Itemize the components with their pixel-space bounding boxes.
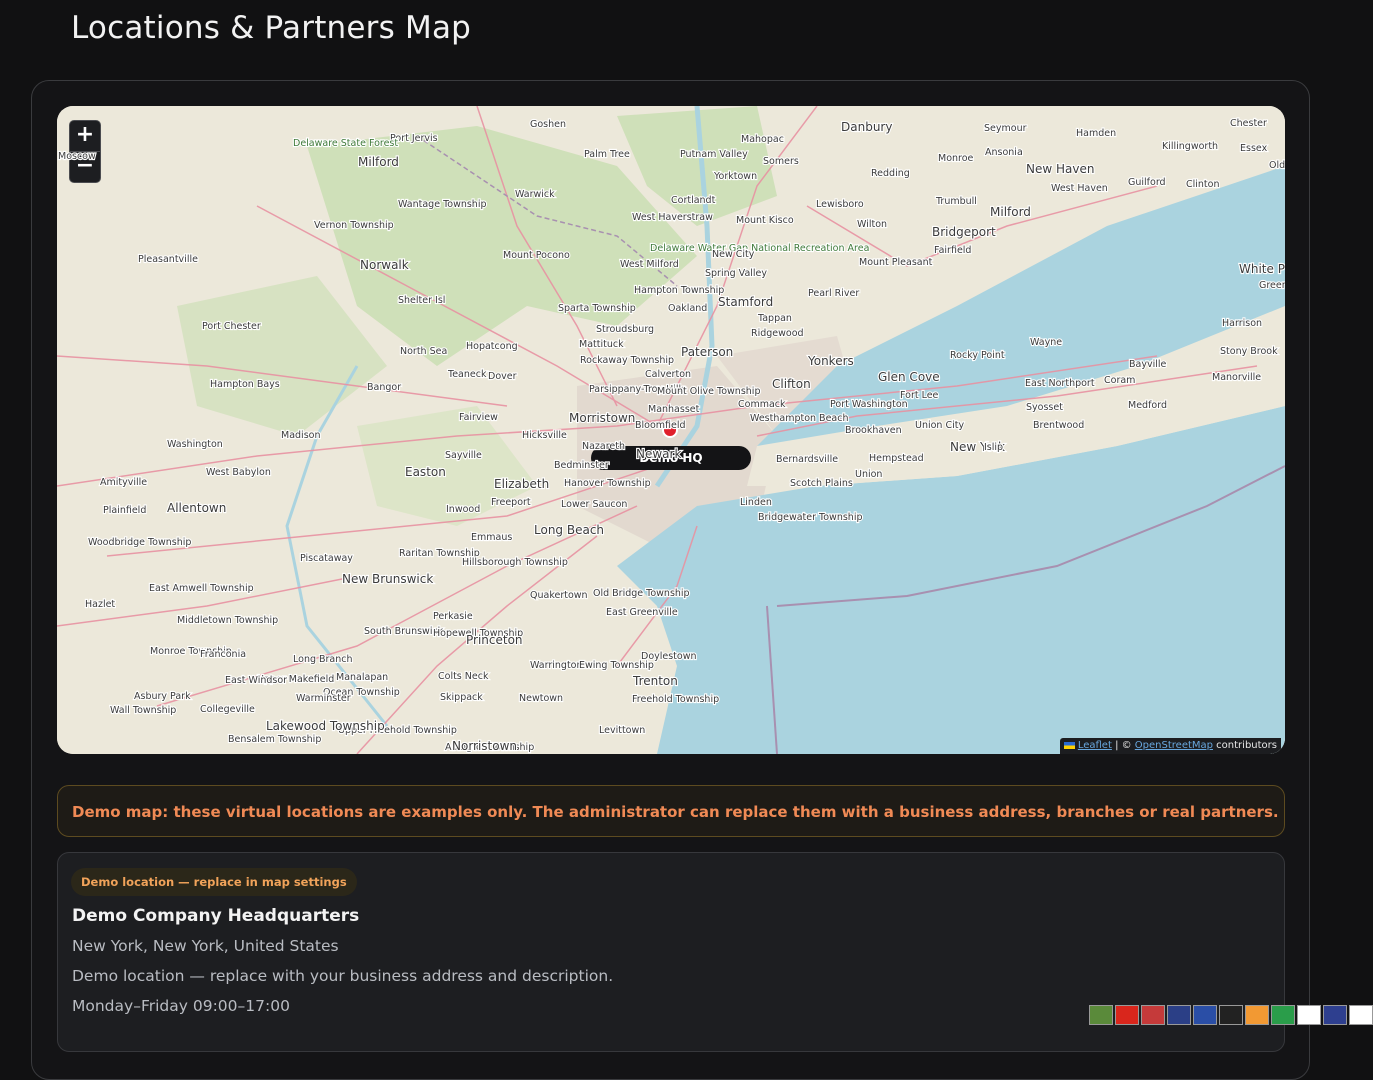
flag-korean-icon[interactable]	[1349, 1005, 1373, 1025]
flag-french-icon[interactable]	[1193, 1005, 1217, 1025]
demo-badge: Demo location — replace in map settings	[71, 868, 357, 896]
flag-italian-icon[interactable]	[1271, 1005, 1295, 1025]
flag-hindi-icon[interactable]	[1245, 1005, 1269, 1025]
leaflet-link[interactable]: Leaflet	[1078, 740, 1112, 751]
flag-khmer-icon[interactable]	[1323, 1005, 1347, 1025]
flag-dutch-icon[interactable]	[1141, 1005, 1165, 1025]
osm-link[interactable]: OpenStreetMap	[1135, 740, 1213, 751]
location-description: Demo location — replace with your busine…	[72, 967, 614, 985]
map-attribution: Leaflet | © OpenStreetMap contributors	[1059, 738, 1281, 754]
location-title: Demo Company Headquarters	[72, 906, 360, 926]
flag-english-icon[interactable]	[1167, 1005, 1191, 1025]
map-view[interactable]: + − Demo HQ Leaflet | © OpenStreetMap co…	[57, 106, 1285, 754]
zoom-control: + −	[69, 120, 101, 183]
location-hours: Monday–Friday 09:00–17:00	[72, 997, 290, 1015]
flag-arabic-icon[interactable]	[1089, 1005, 1113, 1025]
zoom-in-button[interactable]: +	[70, 121, 100, 151]
location-address: New York, New York, United States	[72, 937, 339, 955]
language-switcher	[1087, 1005, 1373, 1027]
page-title: Locations & Partners Map	[71, 10, 472, 46]
flag-chinese-icon[interactable]	[1115, 1005, 1139, 1025]
ukraine-flag-icon	[1063, 741, 1075, 749]
flag-japanese-icon[interactable]	[1297, 1005, 1321, 1025]
flag-german-icon[interactable]	[1219, 1005, 1243, 1025]
location-marker[interactable]	[662, 422, 678, 438]
zoom-out-button[interactable]: −	[70, 151, 100, 182]
demo-notice: Demo map: these virtual locations are ex…	[57, 785, 1285, 837]
marker-label: Demo HQ	[591, 446, 751, 470]
